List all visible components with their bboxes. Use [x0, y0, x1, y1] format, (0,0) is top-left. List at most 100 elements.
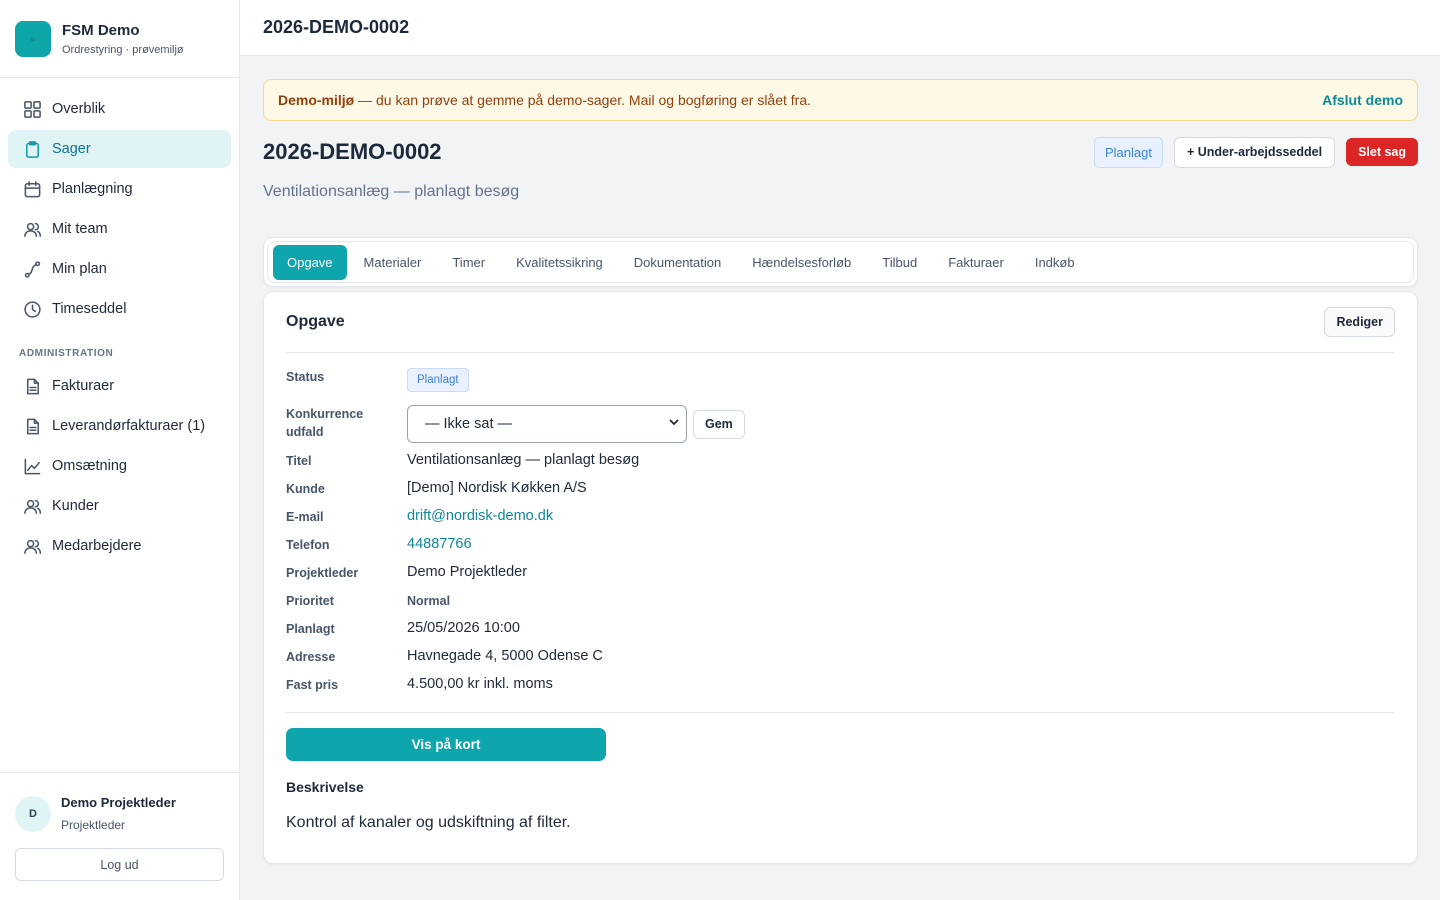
topbar: 2026-DEMO-0002 — [240, 0, 1440, 56]
sidebar-item-min-plan[interactable]: Min plan — [8, 250, 231, 288]
users-icon — [22, 536, 42, 556]
sidebar-item-label: Kunder — [52, 498, 99, 514]
email-label: E-mail — [286, 510, 324, 524]
tab-timer[interactable]: Timer — [438, 245, 499, 280]
show-on-map-button[interactable]: Vis på kort — [286, 728, 606, 761]
tab-indkoeb[interactable]: Indkøb — [1021, 245, 1089, 280]
clipboard-icon — [22, 139, 42, 159]
calendar-icon — [22, 179, 42, 199]
sidebar-item-omsaetning[interactable]: Omsætning — [8, 447, 231, 485]
tab-dokumentation[interactable]: Dokumentation — [620, 245, 735, 280]
customer-value: [Demo] Nordisk Køkken A/S — [407, 480, 587, 496]
project-lead-value: Demo Projektleder — [407, 564, 528, 580]
tab-bar: Opgave Materialer Timer Kvalitetssikring… — [263, 237, 1418, 287]
document-icon — [22, 376, 42, 396]
sidebar-item-label: Planlægning — [52, 181, 133, 197]
status-label: Status — [286, 370, 325, 384]
status-badge: Planlagt — [407, 368, 469, 392]
tab-haendelsesforloeb[interactable]: Hændelsesforløb — [738, 245, 865, 280]
end-demo-link[interactable]: Afslut demo — [1322, 92, 1403, 108]
sidebar-item-kunder[interactable]: Kunder — [8, 487, 231, 525]
tab-materialer[interactable]: Materialer — [350, 245, 436, 280]
planned-value: 25/05/2026 10:00 — [407, 620, 520, 636]
sidebar-item-label: Timeseddel — [52, 301, 127, 317]
sidebar-item-leverandorfakturaer[interactable]: Leverandørfakturaer (1) — [8, 407, 231, 445]
route-icon — [22, 259, 42, 279]
address-label: Adresse — [286, 650, 336, 664]
customer-label: Kunde — [286, 482, 325, 496]
demo-banner-bold: Demo-miljø — [278, 92, 355, 108]
page-title: 2026-DEMO-0002 — [263, 17, 410, 37]
tab-opgave[interactable]: Opgave — [273, 244, 347, 280]
demo-banner-text: Demo-miljø — du kan prøve at gemme på de… — [278, 92, 811, 108]
clock-icon — [22, 299, 42, 319]
main-content: Demo-miljø — du kan prøve at gemme på de… — [263, 79, 1418, 864]
brand: ▫ FSM Demo Ordrestyring · prøvemiljø — [0, 0, 239, 78]
competition-label: Konkurrence udfald — [286, 405, 407, 443]
sidebar-item-timeseddel[interactable]: Timeseddel — [8, 290, 231, 328]
sidebar-item-label: Sager — [52, 141, 91, 157]
description-heading: Beskrivelse — [286, 779, 364, 795]
tab-tilbud[interactable]: Tilbud — [868, 245, 931, 280]
add-sub-order-button[interactable]: + Under-arbejdsseddel — [1173, 136, 1336, 168]
tab-fakturaer[interactable]: Fakturaer — [934, 245, 1018, 280]
sidebar-item-label: Overblik — [52, 101, 106, 117]
fixed-price-label: Fast pris — [286, 678, 339, 692]
planned-label: Planlagt — [286, 622, 335, 636]
app-name: FSM Demo — [62, 21, 140, 39]
sidebar-item-mit-team[interactable]: Mit team — [8, 210, 231, 248]
sidebar: ▫ FSM Demo Ordrestyring · prøvemiljø Ove… — [0, 0, 240, 900]
phone-link[interactable]: 44887766 — [407, 536, 472, 552]
address-value: Havnegade 4, 5000 Odense C — [407, 648, 603, 664]
document-icon — [22, 416, 42, 436]
competition-select[interactable]: — Ikke sat — — [407, 405, 687, 443]
case-title: 2026-DEMO-0002 — [263, 139, 442, 164]
tab-kvalitetssikring[interactable]: Kvalitetssikring — [502, 245, 617, 280]
priority-value: Normal — [407, 594, 451, 608]
description-text: Kontrol af kanaler og udskiftning af fil… — [286, 814, 571, 831]
logout-button[interactable]: Log ud — [15, 848, 224, 881]
status-badge[interactable]: Planlagt — [1093, 136, 1163, 168]
fixed-price-value: 4.500,00 kr inkl. moms — [407, 676, 553, 692]
sidebar-item-label: Medarbejdere — [52, 538, 142, 554]
competition-selected-value: — Ikke sat — — [425, 416, 513, 432]
sidebar-item-label: Min plan — [52, 261, 107, 277]
competition-label-line-2: udfald — [286, 425, 324, 439]
project-lead-label: Projektleder — [286, 566, 359, 580]
user-panel: D Demo Projektleder Projektleder Log ud — [0, 772, 239, 900]
task-details: Status Planlagt Konkurrence udfald — Ikk… — [286, 353, 1395, 698]
users-icon — [22, 219, 42, 239]
edit-button[interactable]: Rediger — [1324, 307, 1395, 337]
priority-label: Prioritet — [286, 594, 334, 608]
divider — [286, 712, 1395, 713]
title-label: Titel — [286, 454, 312, 468]
line-chart-icon — [22, 456, 42, 476]
demo-banner: Demo-miljø — du kan prøve at gemme på de… — [263, 79, 1418, 121]
email-link[interactable]: drift@nordisk-demo.dk — [407, 508, 553, 524]
sidebar-item-medarbejdere[interactable]: Medarbejdere — [8, 527, 231, 565]
sidebar-item-overblik[interactable]: Overblik — [8, 90, 231, 128]
sidebar-item-label: Omsætning — [52, 458, 127, 474]
task-heading: Opgave — [286, 313, 345, 330]
case-header: 2026-DEMO-0002 Planlagt + Under-arbejdss… — [263, 136, 1418, 168]
users-icon — [22, 496, 42, 516]
sidebar-item-fakturaer[interactable]: Fakturaer — [8, 367, 231, 405]
sidebar-item-label: Fakturaer — [52, 378, 115, 394]
user-name: Demo Projektleder — [61, 795, 176, 810]
admin-section-heading: ADMINISTRATION — [19, 348, 114, 359]
sidebar-item-sager[interactable]: Sager — [8, 130, 231, 168]
app-logo-icon: ▫ — [15, 20, 51, 57]
grid-icon — [22, 99, 42, 119]
save-competition-button[interactable]: Gem — [693, 409, 745, 439]
delete-case-button[interactable]: Slet sag — [1346, 138, 1418, 166]
case-subtitle: Ventilationsanlæg — planlagt besøg — [263, 183, 520, 200]
sidebar-item-planlaegning[interactable]: Planlægning — [8, 170, 231, 208]
sidebar-item-label: Mit team — [52, 221, 108, 237]
phone-label: Telefon — [286, 538, 330, 552]
sidebar-item-label: Leverandørfakturaer (1) — [52, 418, 206, 434]
competition-label-line-1: Konkurrence — [286, 407, 364, 421]
app-subtitle: Ordrestyring · prøvemiljø — [62, 43, 184, 56]
avatar: D — [15, 795, 51, 832]
task-card: Opgave Rediger Status Planlagt Konkurren… — [263, 291, 1418, 864]
demo-banner-message: — du kan prøve at gemme på demo-sager. M… — [354, 92, 812, 108]
